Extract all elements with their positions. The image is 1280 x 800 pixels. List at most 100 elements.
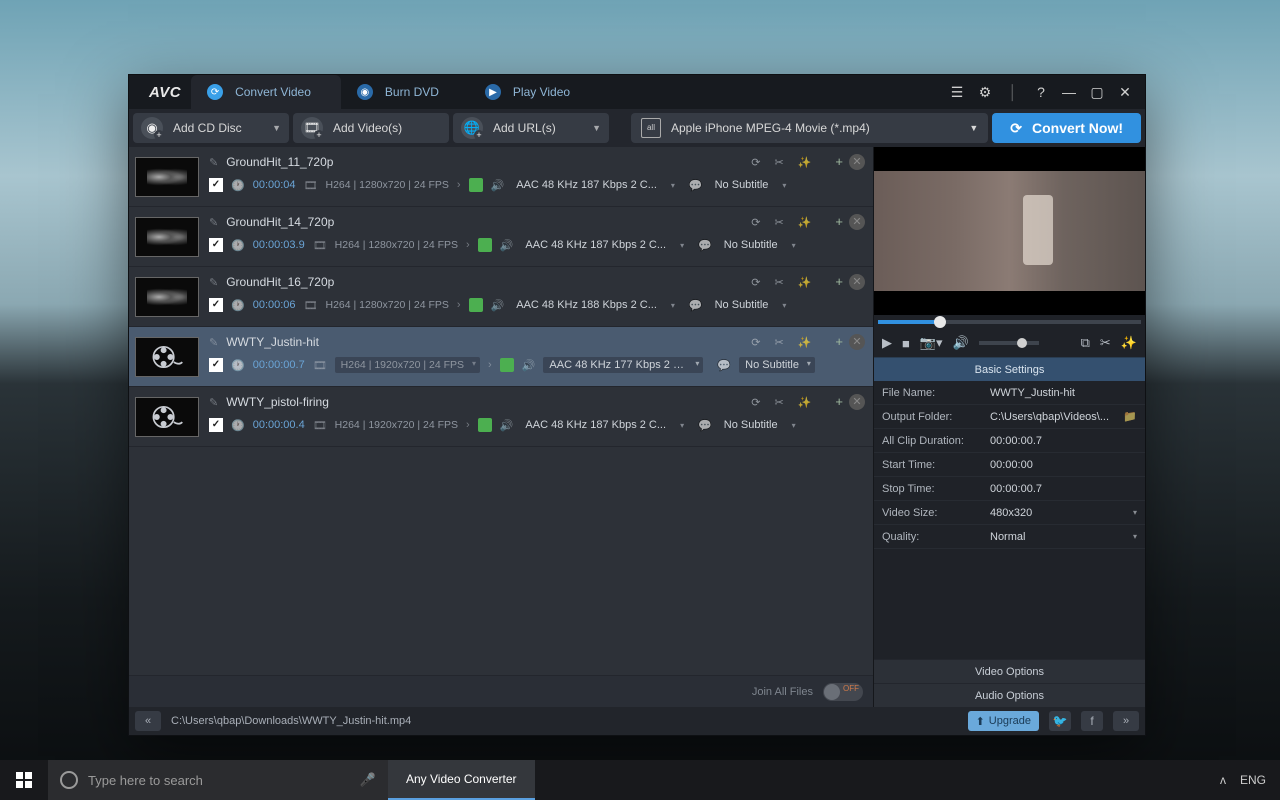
effects-icon[interactable]: ✨	[798, 396, 812, 409]
crop-button[interactable]: ⧉	[1081, 335, 1090, 351]
language-indicator[interactable]: ENG	[1240, 773, 1266, 787]
edit-icon[interactable]: ✎	[209, 336, 218, 349]
refresh-icon[interactable]: ⟳	[751, 216, 760, 229]
gear-icon[interactable]: ⚙	[975, 84, 995, 101]
cut-icon[interactable]: ✂	[774, 276, 783, 289]
codec-info[interactable]: H264 | 1920x720 | 24 FPS	[335, 357, 480, 373]
refresh-icon[interactable]: ⟳	[751, 336, 760, 349]
thumbnail	[135, 397, 199, 437]
refresh-icon[interactable]: ⟳	[751, 276, 760, 289]
tab-convert-video[interactable]: ⟳Convert Video	[191, 75, 341, 109]
audio-options-header[interactable]: Audio Options	[874, 683, 1145, 707]
add-videos-button[interactable]: 🎞 Add Video(s)	[293, 113, 449, 143]
speaker-icon: 🔊	[491, 179, 505, 192]
speaker-icon[interactable]: 🔊	[953, 335, 969, 351]
options-icon[interactable]: ☰	[947, 84, 967, 101]
snapshot-button[interactable]: 📷▾	[920, 335, 943, 351]
remove-icon[interactable]: ✕	[849, 154, 865, 170]
start-button[interactable]	[0, 760, 48, 800]
setting-row[interactable]: Output Folder:C:\Users\qbap\Videos\...📁	[874, 405, 1145, 429]
file-item[interactable]: ✎ GroundHit_14_720p ⟳ ✂ ✨ +✕ ✓ 🕐 00:00:0…	[129, 207, 873, 267]
setting-row[interactable]: Video Size:480x320▾	[874, 501, 1145, 525]
facebook-button[interactable]: f	[1081, 711, 1103, 731]
stop-button[interactable]: ■	[902, 336, 910, 351]
setting-row[interactable]: Quality:Normal▾	[874, 525, 1145, 549]
cut-icon[interactable]: ✂	[774, 396, 783, 409]
audio-info[interactable]: AAC 48 KHz 177 Kbps 2 C...	[543, 357, 703, 373]
system-tray: ʌ ENG	[1206, 773, 1280, 787]
phone-icon	[478, 238, 492, 252]
status-more-button[interactable]: »	[1113, 711, 1139, 731]
edit-icon[interactable]: ✎	[209, 156, 218, 169]
effects-button[interactable]: ✨	[1121, 335, 1137, 351]
cut-button[interactable]: ✂	[1100, 335, 1111, 351]
add-cd-button[interactable]: ◉ Add CD Disc ▼	[133, 113, 289, 143]
checkbox[interactable]: ✓	[209, 238, 223, 252]
edit-icon[interactable]: ✎	[209, 216, 218, 229]
output-profile-dropdown[interactable]: all Apple iPhone MPEG-4 Movie (*.mp4) ▼	[631, 113, 988, 143]
close-button[interactable]: ✕	[1115, 84, 1135, 101]
all-box-icon: all	[641, 118, 661, 138]
play-button[interactable]: ▶	[882, 335, 892, 351]
checkbox[interactable]: ✓	[209, 358, 223, 372]
file-item[interactable]: ✎ GroundHit_11_720p ⟳ ✂ ✨ +✕ ✓ 🕐 00:00:0…	[129, 147, 873, 207]
convert-now-button[interactable]: ⟳ Convert Now!	[992, 113, 1141, 143]
help-icon[interactable]: ?	[1031, 84, 1051, 100]
subtitle-info[interactable]: No Subtitle	[739, 357, 815, 373]
remove-icon[interactable]: ✕	[849, 334, 865, 350]
tab-burn-dvd[interactable]: ◉Burn DVD	[341, 75, 469, 109]
tab-play-video[interactable]: ▶Play Video	[469, 75, 600, 109]
cut-icon[interactable]: ✂	[774, 216, 783, 229]
add-icon[interactable]: +	[835, 394, 843, 410]
windows-icon	[16, 772, 32, 788]
edit-icon[interactable]: ✎	[209, 276, 218, 289]
remove-icon[interactable]: ✕	[849, 394, 865, 410]
file-item[interactable]: ✎ WWTY_Justin-hit ⟳ ✂ ✨ +✕ ✓ 🕐 00:00:00.…	[129, 327, 873, 387]
remove-icon[interactable]: ✕	[849, 214, 865, 230]
refresh-icon[interactable]: ⟳	[751, 156, 760, 169]
subtitle-info: No Subtitle	[720, 419, 782, 431]
file-item[interactable]: ✎ WWTY_pistol-firing ⟳ ✂ ✨ +✕ ✓ 🕐 00:00:…	[129, 387, 873, 447]
tray-chevron-icon[interactable]: ʌ	[1220, 773, 1226, 787]
mic-icon[interactable]: 🎤	[360, 772, 376, 788]
effects-icon[interactable]: ✨	[798, 216, 812, 229]
cut-icon[interactable]: ✂	[774, 336, 783, 349]
checkbox[interactable]: ✓	[209, 418, 223, 432]
add-icon[interactable]: +	[835, 334, 843, 350]
taskbar-search[interactable]: Type here to search 🎤	[48, 760, 388, 800]
cut-icon[interactable]: ✂	[774, 156, 783, 169]
twitter-button[interactable]: 🐦	[1049, 711, 1071, 731]
remove-icon[interactable]: ✕	[849, 274, 865, 290]
effects-icon[interactable]: ✨	[798, 276, 812, 289]
effects-icon[interactable]: ✨	[798, 336, 812, 349]
subtitle-icon: 💬	[698, 419, 712, 432]
taskbar-app[interactable]: Any Video Converter	[388, 760, 535, 800]
add-icon[interactable]: +	[835, 274, 843, 290]
video-options-header[interactable]: Video Options	[874, 659, 1145, 683]
add-icon[interactable]: +	[835, 214, 843, 230]
checkbox[interactable]: ✓	[209, 178, 223, 192]
refresh-icon[interactable]: ⟳	[751, 396, 760, 409]
checkbox[interactable]: ✓	[209, 298, 223, 312]
file-item[interactable]: ✎ GroundHit_16_720p ⟳ ✂ ✨ +✕ ✓ 🕐 00:00:0…	[129, 267, 873, 327]
add-urls-button[interactable]: 🌐 Add URL(s) ▼	[453, 113, 609, 143]
status-collapse-button[interactable]: «	[135, 711, 161, 731]
seek-slider[interactable]	[874, 315, 1145, 329]
help-icon[interactable]: │	[1003, 84, 1023, 100]
join-toggle[interactable]: OFF	[823, 683, 863, 701]
subtitle-icon: 💬	[689, 299, 703, 312]
audio-info: AAC 48 KHz 187 Kbps 2 C...	[521, 239, 670, 251]
film-icon: 🎞	[301, 117, 323, 139]
speaker-icon: 🔊	[500, 419, 514, 432]
taskbar: Type here to search 🎤 Any Video Converte…	[0, 760, 1280, 800]
edit-icon[interactable]: ✎	[209, 396, 218, 409]
effects-icon[interactable]: ✨	[798, 156, 812, 169]
volume-slider[interactable]	[979, 341, 1039, 345]
minimize-button[interactable]: —	[1059, 84, 1079, 100]
video-preview[interactable]	[874, 147, 1145, 315]
add-icon[interactable]: +	[835, 154, 843, 170]
upgrade-button[interactable]: ⬆Upgrade	[968, 711, 1039, 731]
thumbnail	[135, 217, 199, 257]
maximize-button[interactable]: ▢	[1087, 84, 1107, 101]
join-row: Join All Files OFF	[129, 675, 873, 707]
